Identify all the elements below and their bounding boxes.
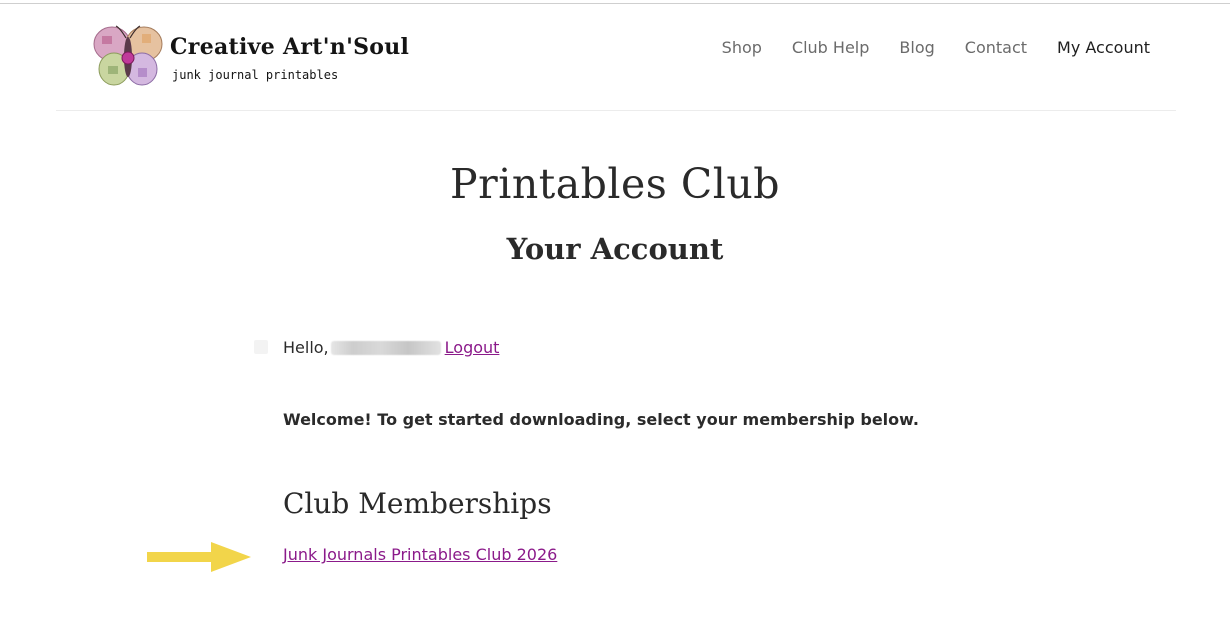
username-redacted: [330, 340, 441, 355]
butterfly-icon: [93, 25, 163, 86]
nav-item-my-account[interactable]: My Account: [1057, 38, 1150, 57]
nav-item-shop[interactable]: Shop: [722, 38, 762, 57]
memberships-heading: Club Memberships: [283, 487, 552, 520]
nav-item-blog[interactable]: Blog: [899, 38, 934, 57]
main-nav: Shop Club Help Blog Contact My Account: [722, 38, 1150, 57]
logo-title: Creative Art'n'Soul: [170, 34, 410, 60]
greeting-text: Hello,: [283, 338, 329, 357]
page-subtitle: Your Account: [506, 232, 724, 266]
logo-tagline: junk journal printables: [172, 68, 339, 82]
welcome-message: Welcome! To get started downloading, sel…: [283, 410, 919, 429]
arrow-right-icon: [147, 542, 251, 572]
page-title: Printables Club: [450, 160, 780, 208]
site-header: Creative Art'n'Soul junk journal printab…: [56, 4, 1176, 111]
nav-item-contact[interactable]: Contact: [965, 38, 1027, 57]
avatar: [254, 340, 268, 354]
logout-link[interactable]: Logout: [445, 338, 500, 357]
membership-link-junk-journals-2026[interactable]: Junk Journals Printables Club 2026: [283, 545, 557, 564]
site-logo[interactable]: Creative Art'n'Soul junk journal printab…: [92, 24, 409, 90]
account-greeting: Hello, Logout: [283, 338, 499, 357]
nav-item-club-help[interactable]: Club Help: [792, 38, 869, 57]
